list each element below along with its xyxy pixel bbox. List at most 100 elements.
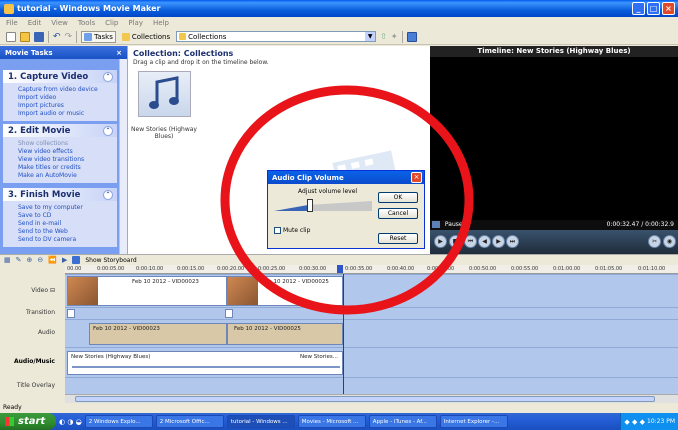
rewind-timeline-icon[interactable]: ⏪	[48, 256, 57, 264]
close-icon[interactable]: ×	[662, 2, 675, 15]
transition-lane[interactable]	[65, 307, 678, 319]
task-link[interactable]: View video effects	[18, 148, 117, 156]
task-link[interactable]: View video transitions	[18, 156, 117, 164]
section-finish-movie: 3. Finish Movie ⌃ Save to my computer Sa…	[3, 188, 117, 247]
tasks-button[interactable]: Tasks	[81, 30, 116, 43]
task-link[interactable]: Send in e-mail	[18, 220, 117, 228]
next-frame-icon[interactable]: ⏭	[506, 235, 519, 248]
split-clip-icon[interactable]: ✂	[648, 235, 661, 248]
taskbar-task[interactable]: Internet Explorer -...	[439, 415, 508, 428]
close-icon[interactable]: ×	[411, 172, 422, 183]
audio-clip[interactable]: Feb 10 2012 - VID00025	[227, 323, 343, 345]
task-link[interactable]: Import video	[18, 94, 117, 102]
tray-icons[interactable]: ◆ ◆ ◆	[624, 418, 645, 426]
task-link[interactable]: Show collections	[18, 140, 117, 148]
close-pane-icon[interactable]: ×	[116, 49, 122, 57]
dialog-title-bar[interactable]: Audio Clip Volume	[268, 171, 424, 184]
task-link[interactable]: Make an AutoMovie	[18, 172, 117, 180]
redo-icon[interactable]: ↷	[65, 32, 73, 42]
play-timeline-icon[interactable]: ▶	[62, 256, 67, 264]
window-title-bar[interactable]: tutorial - Windows Movie Maker _ □ ×	[0, 0, 678, 17]
task-link[interactable]: Save to CD	[18, 212, 117, 220]
scrollbar-thumb[interactable]	[75, 396, 655, 402]
audio-clip-volume-dialog: Audio Clip Volume × Adjust volume level …	[267, 170, 425, 249]
collections-combo[interactable]: Collections ▼	[176, 31, 377, 42]
mute-clip-checkbox[interactable]: Mute clip	[274, 227, 310, 234]
video-clip[interactable]: Feb 10 2012 - VID00023	[67, 276, 227, 306]
transition-marker[interactable]	[67, 309, 75, 318]
task-link[interactable]: Send to the Web	[18, 228, 117, 236]
music-clip[interactable]: New Stories (Highway Blues) New Stories.…	[67, 351, 343, 375]
playhead-indicator[interactable]	[337, 265, 343, 273]
save-project-icon[interactable]	[34, 31, 44, 42]
play-button-icon[interactable]: ▶	[434, 235, 447, 248]
chevron-up-icon[interactable]: ⌃	[103, 189, 113, 200]
video-lane[interactable]: Feb 10 2012 - VID00023 Feb 10 2012 - VID…	[65, 274, 678, 307]
volume-slider-thumb[interactable]	[306, 199, 313, 212]
taskbar-task[interactable]: 2 Windows Explo...	[84, 415, 153, 428]
start-button[interactable]: start	[0, 413, 56, 430]
chevron-down-icon[interactable]: ▼	[365, 32, 376, 41]
task-link[interactable]: Send to DV camera	[18, 236, 117, 244]
zoom-in-icon[interactable]: ⊕	[27, 256, 33, 264]
taskbar-task-active[interactable]: tutorial - Windows ...	[226, 415, 295, 428]
taskbar-task[interactable]: Apple - iTunes - Af...	[368, 415, 437, 428]
taskbar-task[interactable]: Movies - Microsoft ...	[297, 415, 366, 428]
section-header[interactable]: 3. Finish Movie ⌃	[3, 188, 117, 201]
up-folder-icon[interactable]: ⇧	[380, 32, 387, 41]
volume-slider[interactable]	[274, 199, 374, 213]
task-link[interactable]: Import pictures	[18, 102, 117, 110]
ok-button[interactable]: OK	[378, 192, 418, 203]
timeline-scrollbar[interactable]	[65, 394, 678, 403]
rewind-icon[interactable]: ◀	[478, 235, 491, 248]
undo-icon[interactable]: ↶	[53, 32, 61, 42]
audio-lane[interactable]: Feb 10 2012 - VID00023 Feb 10 2012 - VID…	[65, 319, 678, 347]
reset-button[interactable]: Reset	[378, 233, 418, 244]
open-project-icon[interactable]	[20, 31, 30, 42]
chevron-up-icon[interactable]: ⌃	[103, 71, 113, 82]
minimize-icon[interactable]: _	[632, 2, 645, 15]
stop-button-icon[interactable]: ■	[449, 235, 462, 248]
collapse-icon[interactable]: ⊟	[50, 287, 55, 294]
menu-play[interactable]: Play	[128, 19, 143, 27]
menu-tools[interactable]: Tools	[78, 19, 95, 27]
timeline-ruler[interactable]: 00.00 0:00:05.00 0:00:10.00 0:00:15.00 0…	[65, 265, 678, 274]
task-link[interactable]: Import audio or music	[18, 110, 117, 118]
views-icon[interactable]	[406, 31, 417, 42]
task-link[interactable]: Make titles or credits	[18, 164, 117, 172]
title-overlay-lane[interactable]	[65, 377, 678, 394]
menu-help[interactable]: Help	[153, 19, 169, 27]
collections-button[interactable]: Collections	[120, 31, 172, 43]
taskbar-task[interactable]: 2 Microsoft Offic...	[155, 415, 224, 428]
menu-file[interactable]: File	[6, 19, 18, 27]
section-header[interactable]: 2. Edit Movie ⌃	[3, 124, 117, 137]
timeline-options-icon[interactable]: ▦	[4, 256, 11, 264]
task-link[interactable]: Capture from video device	[18, 86, 117, 94]
audio-music-lane[interactable]: New Stories (Highway Blues) New Stories.…	[65, 347, 678, 377]
menu-edit[interactable]: Edit	[28, 19, 42, 27]
cancel-button[interactable]: Cancel	[378, 208, 418, 219]
menu-view[interactable]: View	[51, 19, 68, 27]
section-header[interactable]: 1. Capture Video ⌃	[3, 70, 117, 83]
show-storyboard-button[interactable]: Show Storyboard	[85, 257, 136, 264]
forward-icon[interactable]: ▶	[492, 235, 505, 248]
tasks-scrollbar[interactable]	[119, 59, 127, 254]
chevron-up-icon[interactable]: ⌃	[103, 125, 113, 136]
new-folder-icon[interactable]: ✦	[391, 32, 398, 41]
narrate-icon[interactable]: ✎	[16, 256, 22, 264]
new-project-icon[interactable]	[6, 31, 16, 42]
checkbox-icon[interactable]	[274, 227, 281, 234]
timeline-tracks: Video ⊟ Transition Audio Audio/Music Tit…	[0, 274, 678, 394]
zoom-out-icon[interactable]: ⊖	[37, 256, 43, 264]
task-link[interactable]: Save to my computer	[18, 204, 117, 212]
audio-clip-thumbnail[interactable]	[138, 71, 191, 117]
quick-launch-icon[interactable]: ◐ ◑ ◒	[59, 418, 82, 426]
audio-clip[interactable]: Feb 10 2012 - VID00023	[89, 323, 227, 345]
previous-frame-icon[interactable]: ⏮	[464, 235, 477, 248]
video-clip[interactable]: Feb 10 2012 - VID00025	[227, 276, 343, 306]
maximize-icon[interactable]: □	[647, 2, 660, 15]
snapshot-icon[interactable]: ◉	[663, 235, 676, 248]
transition-marker[interactable]	[225, 309, 233, 318]
menu-clip[interactable]: Clip	[105, 19, 118, 27]
music-clip-label: New Stories (Highway Blues)	[71, 354, 151, 360]
